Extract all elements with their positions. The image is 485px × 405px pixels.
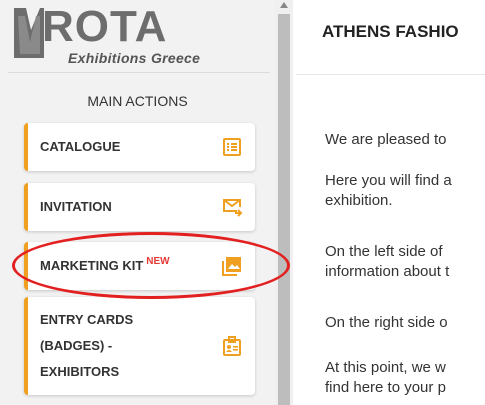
logo-text: ROTA (42, 2, 168, 51)
scroll-up-arrow-icon[interactable] (280, 2, 288, 8)
paragraph-2-line-2: exhibition. (325, 192, 393, 209)
catalogue-label: CATALOGUE (40, 139, 121, 154)
entry-cards-line-2: (BADGES) - (40, 338, 113, 353)
invitation-label: INVITATION (40, 199, 112, 214)
paragraph-5: At this point, we w find here to your p (325, 358, 446, 398)
paragraph-3-line-2: information about t (325, 263, 450, 280)
badge-icon (223, 336, 241, 356)
paragraph-2: Here you will find a exhibition. (325, 171, 452, 211)
entry-cards-line-3: EXHIBITORS (40, 364, 120, 379)
mail-send-icon (223, 199, 243, 217)
paragraph-5-line-2: find here to your p (325, 379, 446, 396)
sidebar-scrollbar[interactable] (275, 0, 293, 405)
paragraph-2-line-1: Here you will find a (325, 172, 452, 189)
entry-cards-button[interactable]: ENTRY CARDS (BADGES) - EXHIBITORS (24, 297, 255, 395)
title-divider (296, 74, 485, 75)
red-annotation-circle (12, 232, 290, 299)
entry-cards-line-1: ENTRY CARDS (40, 312, 134, 327)
rota-logo[interactable]: ROTA Exhibitions Greece (14, 2, 254, 66)
list-icon (223, 138, 241, 156)
paragraph-1: We are pleased to (325, 130, 446, 150)
paragraph-1-line-1: We are pleased to (325, 131, 447, 148)
section-title: MAIN ACTIONS (87, 93, 188, 109)
paragraph-5-line-1: At this point, we w (325, 359, 446, 376)
logo-subtitle: Exhibitions Greece (68, 50, 201, 66)
invitation-button[interactable]: INVITATION (24, 183, 255, 231)
entry-cards-label: ENTRY CARDS (BADGES) - EXHIBITORS (40, 307, 221, 385)
paragraph-3: On the left side of information about t (325, 242, 449, 282)
logo-mark-icon (14, 8, 44, 58)
sidebar-divider (8, 72, 270, 73)
catalogue-button[interactable]: CATALOGUE (24, 123, 255, 171)
paragraph-4-line-1: On the right side o (325, 314, 448, 331)
paragraph-3-line-1: On the left side of (325, 243, 443, 260)
scroll-thumb[interactable] (278, 14, 290, 405)
paragraph-4: On the right side o (325, 313, 448, 333)
sidebar: ROTA Exhibitions Greece MAIN ACTIONS CAT… (0, 0, 275, 405)
page-title: ATHENS FASHIO (322, 22, 459, 41)
